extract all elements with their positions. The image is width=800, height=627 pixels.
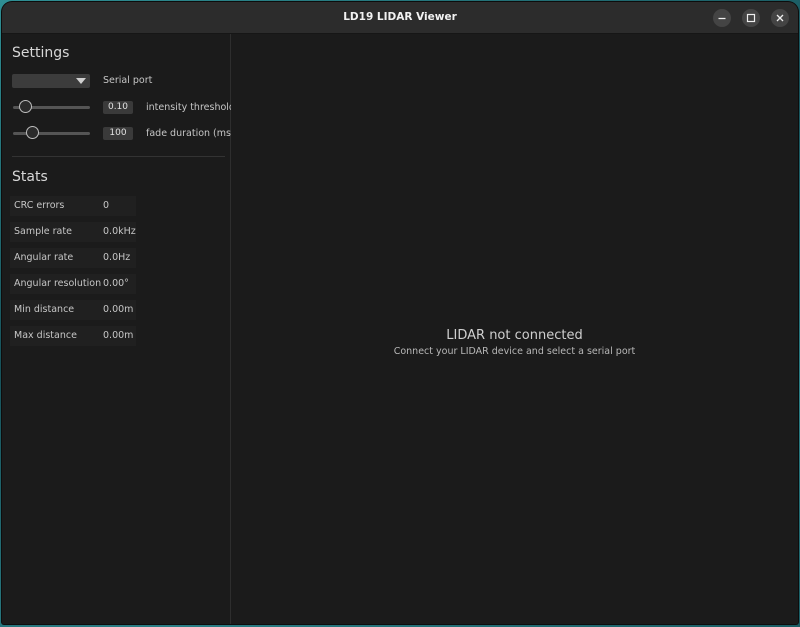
stat-value: 0.00m xyxy=(103,304,134,315)
intensity-slider-handle[interactable] xyxy=(19,100,33,113)
stat-label: CRC errors xyxy=(14,200,65,211)
fade-slider-handle[interactable] xyxy=(25,126,39,139)
stat-label: Max distance xyxy=(14,330,77,341)
stat-label: Sample rate xyxy=(14,226,72,237)
maximize-icon xyxy=(746,13,756,23)
stat-value: 0.0kHz xyxy=(103,226,136,237)
stat-value: 0.00° xyxy=(103,278,129,289)
stats-heading: Stats xyxy=(12,169,48,185)
fade-duration-label: fade duration (ms) xyxy=(146,128,235,139)
close-icon xyxy=(776,14,784,22)
window-title: LD19 LIDAR Viewer xyxy=(343,11,457,23)
stat-label: Min distance xyxy=(14,304,75,315)
lidar-view-panel[interactable]: LIDAR not connected Connect your LIDAR d… xyxy=(231,34,798,624)
settings-heading: Settings xyxy=(12,45,70,61)
maximize-button[interactable] xyxy=(742,9,760,27)
stat-value: 0.00m xyxy=(103,330,134,341)
connection-status-title: LIDAR not connected xyxy=(446,328,583,343)
minimize-button[interactable] xyxy=(713,9,731,27)
close-button[interactable] xyxy=(771,9,789,27)
chevron-down-icon xyxy=(76,78,86,84)
connection-status-subtitle: Connect your LIDAR device and select a s… xyxy=(393,346,636,357)
stat-label: Angular resolution xyxy=(14,278,102,289)
stat-value: 0 xyxy=(103,200,110,211)
serial-port-dropdown[interactable] xyxy=(12,74,90,88)
stat-value: 0.0Hz xyxy=(103,252,131,263)
intensity-threshold-value[interactable]: 0.10 xyxy=(103,101,133,114)
title-bar[interactable]: LD19 LIDAR Viewer xyxy=(2,2,798,34)
stat-label: Angular rate xyxy=(14,252,74,263)
serial-port-label: Serial port xyxy=(103,75,153,86)
intensity-threshold-label: intensity threshold xyxy=(146,102,235,113)
section-divider xyxy=(12,156,225,157)
minimize-icon xyxy=(718,17,726,20)
app-window: LD19 LIDAR Viewer Settings Serial port 0… xyxy=(2,2,798,624)
sidebar-panel: Settings Serial port 0.10 intensity thre… xyxy=(2,34,235,624)
fade-duration-slider[interactable] xyxy=(13,132,90,135)
fade-duration-value[interactable]: 100 xyxy=(103,127,133,140)
